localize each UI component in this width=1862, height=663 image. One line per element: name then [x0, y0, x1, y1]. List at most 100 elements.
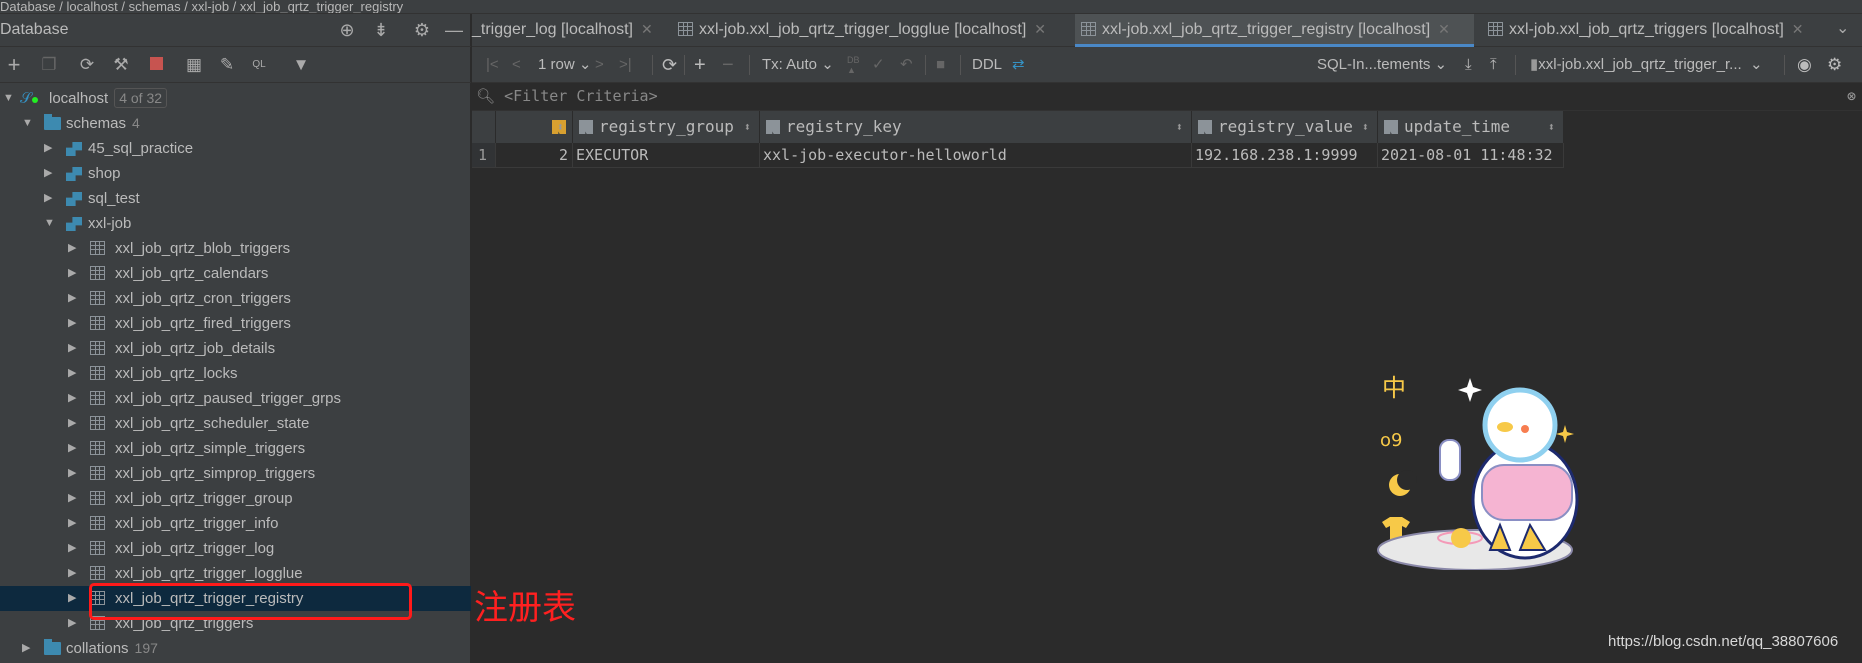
tree-item-table[interactable]: ▶ xxl_job_qrtz_fired_triggers — [0, 311, 471, 336]
settings-gear-icon[interactable]: ⚙ — [1827, 55, 1842, 75]
delete-row-icon[interactable]: − — [722, 55, 734, 75]
tree-item-table[interactable]: ▶ xxl_job_qrtz_cron_triggers — [0, 286, 471, 311]
filter-input[interactable]: <Filter Criteria> — [504, 87, 658, 105]
tab-trigger-registry[interactable]: xxl-job.xxl_job_qrtz_trigger_registry [l… — [1075, 14, 1474, 47]
collapsed-arrow-icon[interactable]: ▶ — [68, 561, 76, 586]
tree-item-schema[interactable]: ▼ xxl-job — [0, 211, 471, 236]
sort-icon[interactable]: ⬍ — [744, 111, 751, 143]
tree-item-table[interactable]: ▶ xxl_job_qrtz_paused_trigger_grps — [0, 386, 471, 411]
prev-page-icon[interactable]: < — [512, 55, 521, 75]
sort-icon[interactable]: ⬍ — [1176, 111, 1183, 143]
tree-item-table[interactable]: ▶ xxl_job_qrtz_job_details — [0, 336, 471, 361]
tree-item-table[interactable]: ▶ xxl_job_qrtz_trigger_info — [0, 511, 471, 536]
collapsed-arrow-icon[interactable]: ▶ — [44, 186, 52, 211]
tree-item-schemas[interactable]: ▼ schemas 4 — [0, 111, 471, 136]
db-submit-icon[interactable]: DB ▲ — [847, 55, 860, 75]
tree-item-table[interactable]: ▶ xxl_job_qrtz_blob_triggers — [0, 236, 471, 261]
collapsed-arrow-icon[interactable]: ▶ — [68, 236, 76, 261]
tree-item-table[interactable]: ▶ xxl_job_qrtz_simprop_triggers — [0, 461, 471, 486]
tab-trigger-log[interactable]: _trigger_log [localhost] ✕ — [472, 14, 663, 47]
sort-icon[interactable]: ⬍ — [1362, 111, 1369, 143]
table-cell[interactable]: 192.168.238.1:9999 — [1192, 143, 1378, 168]
tree-item-collations[interactable]: ▶ collations 197 — [0, 636, 471, 661]
tree-item-table[interactable]: ▶ xxl_job_qrtz_trigger_group — [0, 486, 471, 511]
tree-item-schema[interactable]: ▶ shop — [0, 161, 471, 186]
collapsed-arrow-icon[interactable]: ▶ — [68, 536, 76, 561]
table-cell[interactable]: xxl-job-executor-helloworld — [760, 143, 1192, 168]
upload-icon[interactable]: ⤒ — [1490, 55, 1497, 75]
console-ql-icon[interactable]: QL — [248, 54, 270, 76]
add-icon[interactable]: + — [3, 54, 25, 76]
edit-icon[interactable]: ✎ — [216, 54, 238, 76]
collapsed-arrow-icon[interactable]: ▶ — [68, 436, 76, 461]
cancel-icon[interactable]: ■ — [936, 55, 945, 75]
collapsed-arrow-icon[interactable]: ▶ — [68, 386, 76, 411]
rollback-icon[interactable]: ↶ — [900, 55, 913, 75]
column-header-update_time[interactable]: update_time ⬍ — [1378, 111, 1564, 143]
collapsed-arrow-icon[interactable]: ▶ — [68, 411, 76, 436]
collapsed-arrow-icon[interactable]: ▶ — [22, 636, 30, 661]
commit-icon[interactable]: ✓ — [872, 55, 885, 75]
clear-filter-icon[interactable]: ⊗ — [1847, 83, 1856, 110]
tab-triggers[interactable]: xxl-job.xxl_job_qrtz_triggers [localhost… — [1482, 14, 1822, 47]
first-page-icon[interactable]: |< — [486, 55, 499, 75]
collapsed-arrow-icon[interactable]: ▶ — [68, 336, 76, 361]
collapsed-arrow-icon[interactable]: ▶ — [44, 136, 52, 161]
collapsed-arrow-icon[interactable]: ▶ — [68, 586, 76, 611]
tree-item-schema[interactable]: ▶ 45_sql_practice — [0, 136, 471, 161]
tree-item-table[interactable]: ▶ xxl_job_qrtz_calendars — [0, 261, 471, 286]
schema-wrench-icon[interactable]: ⚒ — [110, 54, 132, 76]
compare-icon[interactable]: ⇄ — [1012, 55, 1025, 75]
table-cell[interactable]: EXECUTOR — [573, 143, 760, 168]
tree-item-localhost[interactable]: ▼ 𝒮localhost 4 of 32 — [0, 86, 471, 111]
crosshair-icon[interactable]: ⊕ — [336, 19, 358, 41]
tree-item-table[interactable]: ▶ xxl_job_qrtz_trigger_log — [0, 536, 471, 561]
collapsed-arrow-icon[interactable]: ▶ — [68, 261, 76, 286]
collapsed-arrow-icon[interactable]: ▶ — [68, 361, 76, 386]
column-header-id[interactable]: id⬍ — [496, 111, 591, 143]
tree-item-table[interactable]: ▶ xxl_job_qrtz_simple_triggers — [0, 436, 471, 461]
table-cell[interactable]: 2 — [496, 143, 573, 168]
tree-item-table[interactable]: ▶ xxl_job_qrtz_locks — [0, 361, 471, 386]
add-row-icon[interactable]: + — [694, 55, 706, 75]
search-icon[interactable]: 🔍︎ — [476, 87, 495, 105]
tree-item-table[interactable]: ▶ xxl_job_qrtz_scheduler_state — [0, 411, 471, 436]
collapse-icon[interactable]: ⇟ — [370, 19, 392, 41]
ddl-button[interactable]: DDL — [972, 55, 1002, 75]
datasource-dropdown[interactable]: ▮xxl-job.xxl_job_qrtz_trigger_r... ⌄ — [1530, 55, 1763, 75]
sort-icon[interactable]: ⬍ — [1548, 111, 1555, 143]
next-page-icon[interactable]: > — [595, 55, 604, 75]
expanded-arrow-icon[interactable]: ▼ — [3, 86, 14, 111]
sort-icon[interactable]: ⬍ — [557, 111, 564, 143]
collapsed-arrow-icon[interactable]: ▶ — [68, 486, 76, 511]
collapsed-arrow-icon[interactable]: ▶ — [68, 611, 76, 636]
sql-mode-dropdown[interactable]: SQL-In...tements ⌄ — [1317, 55, 1447, 75]
close-icon[interactable]: ✕ — [1792, 21, 1804, 37]
refresh-icon[interactable]: ⟳ — [76, 54, 98, 76]
expanded-arrow-icon[interactable]: ▼ — [22, 111, 33, 136]
column-header-registry_group[interactable]: registry_group ⬍ — [573, 111, 760, 143]
duplicate-icon[interactable]: ❐ — [38, 54, 60, 76]
collapsed-arrow-icon[interactable]: ▶ — [68, 286, 76, 311]
row-count-dropdown[interactable]: 1 row ⌄ — [538, 55, 591, 75]
collapsed-arrow-icon[interactable]: ▶ — [68, 461, 76, 486]
tx-mode-dropdown[interactable]: Tx: Auto ⌄ — [762, 55, 834, 75]
tabs-overflow-chevron-icon[interactable]: ⌄ — [1836, 14, 1849, 47]
collapsed-arrow-icon[interactable]: ▶ — [68, 511, 76, 536]
table-cell[interactable]: 2021-08-01 11:48:32 — [1378, 143, 1564, 168]
close-icon[interactable]: ✕ — [1034, 21, 1046, 37]
view-icon[interactable]: ◉ — [1797, 55, 1812, 75]
close-icon[interactable]: ✕ — [641, 21, 653, 37]
filter-bar[interactable]: 🔍︎ <Filter Criteria> ⊗ — [472, 83, 1862, 111]
expanded-arrow-icon[interactable]: ▼ — [44, 211, 55, 236]
collapsed-arrow-icon[interactable]: ▶ — [68, 311, 76, 336]
close-icon[interactable]: ✕ — [1438, 21, 1450, 37]
column-header-registry_key[interactable]: registry_key ⬍ — [760, 111, 1192, 143]
gear-icon[interactable]: ⚙ — [411, 19, 433, 41]
collapsed-arrow-icon[interactable]: ▶ — [44, 161, 52, 186]
table-icon[interactable]: ▦ — [183, 54, 205, 76]
download-icon[interactable]: ⤓ — [1465, 55, 1472, 75]
column-header-registry_value[interactable]: registry_value ⬍ — [1192, 111, 1378, 143]
filter-icon[interactable]: ▼ — [290, 54, 312, 76]
tree-item-schema[interactable]: ▶ sql_test — [0, 186, 471, 211]
